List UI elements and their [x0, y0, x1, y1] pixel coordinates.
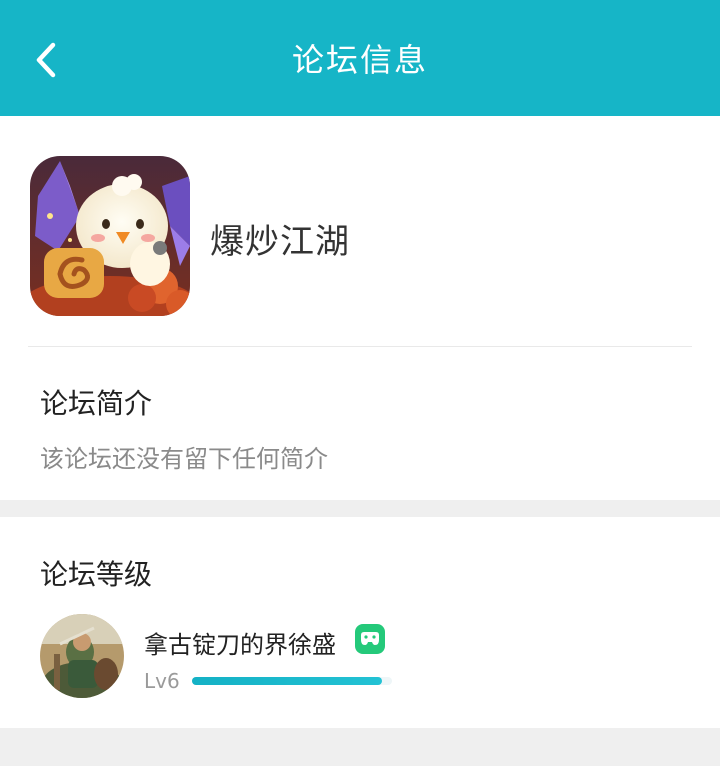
- level-label: Lv6: [144, 669, 180, 693]
- level-progress-bar: [192, 677, 392, 685]
- user-name[interactable]: 拿古锭刀的界徐盛: [144, 625, 336, 660]
- level-title: 论坛等级: [40, 558, 153, 591]
- game-app-icon: [30, 156, 190, 316]
- back-button[interactable]: [22, 36, 70, 84]
- forum-level-card: 论坛等级 拿古锭刀的界徐盛 Lv6: [0, 517, 720, 728]
- chevron-left-icon: [36, 42, 56, 78]
- avatar[interactable]: [40, 614, 124, 698]
- forum-name: 爆炒江湖: [210, 222, 350, 262]
- forum-info-card: 爆炒江湖 论坛简介 该论坛还没有留下任何简介: [0, 116, 720, 500]
- level-progress-fill: [192, 677, 382, 685]
- page-title: 论坛信息: [291, 41, 428, 79]
- divider: [28, 346, 692, 347]
- intro-title: 论坛简介: [40, 387, 153, 420]
- game-controller-badge-icon: [354, 623, 386, 655]
- top-bar: 论坛信息: [0, 0, 720, 116]
- intro-text: 该论坛还没有留下任何简介: [40, 445, 328, 473]
